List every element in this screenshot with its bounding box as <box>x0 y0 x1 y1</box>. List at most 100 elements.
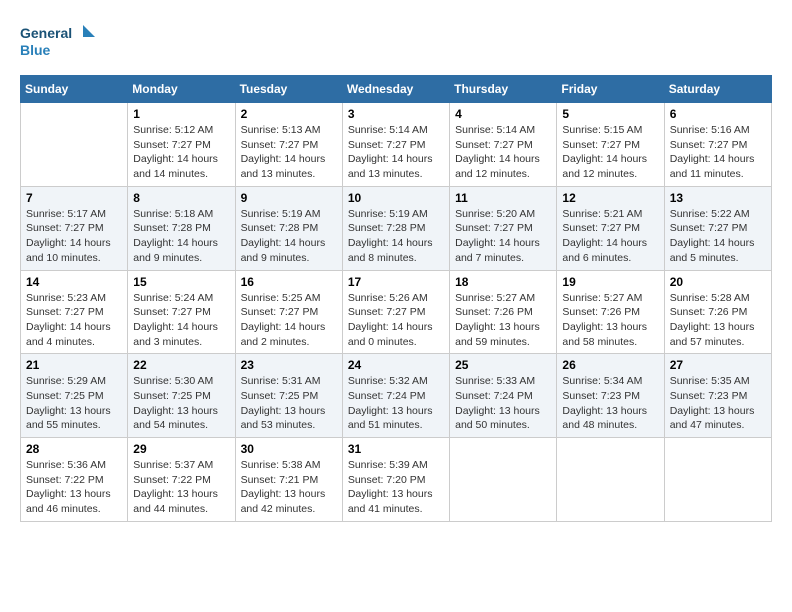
day-number: 12 <box>562 191 658 205</box>
day-info: Sunrise: 5:18 AM Sunset: 7:28 PM Dayligh… <box>133 207 229 266</box>
day-number: 19 <box>562 275 658 289</box>
svg-text:General: General <box>20 25 72 41</box>
day-info: Sunrise: 5:14 AM Sunset: 7:27 PM Dayligh… <box>348 123 444 182</box>
day-info: Sunrise: 5:36 AM Sunset: 7:22 PM Dayligh… <box>26 458 122 517</box>
weekday-header-cell: Wednesday <box>342 76 449 103</box>
day-info: Sunrise: 5:29 AM Sunset: 7:25 PM Dayligh… <box>26 374 122 433</box>
day-number: 31 <box>348 442 444 456</box>
calendar-day-cell: 18 Sunrise: 5:27 AM Sunset: 7:26 PM Dayli… <box>450 270 557 354</box>
calendar-table: SundayMondayTuesdayWednesdayThursdayFrid… <box>20 75 772 522</box>
calendar-day-cell: 23 Sunrise: 5:31 AM Sunset: 7:25 PM Dayli… <box>235 354 342 438</box>
day-info: Sunrise: 5:19 AM Sunset: 7:28 PM Dayligh… <box>348 207 444 266</box>
day-number: 9 <box>241 191 337 205</box>
day-number: 29 <box>133 442 229 456</box>
day-info: Sunrise: 5:33 AM Sunset: 7:24 PM Dayligh… <box>455 374 551 433</box>
day-info: Sunrise: 5:16 AM Sunset: 7:27 PM Dayligh… <box>670 123 766 182</box>
day-info: Sunrise: 5:17 AM Sunset: 7:27 PM Dayligh… <box>26 207 122 266</box>
day-number: 7 <box>26 191 122 205</box>
calendar-day-cell: 17 Sunrise: 5:26 AM Sunset: 7:27 PM Dayli… <box>342 270 449 354</box>
day-info: Sunrise: 5:35 AM Sunset: 7:23 PM Dayligh… <box>670 374 766 433</box>
day-info: Sunrise: 5:27 AM Sunset: 7:26 PM Dayligh… <box>562 291 658 350</box>
calendar-day-cell: 12 Sunrise: 5:21 AM Sunset: 7:27 PM Dayli… <box>557 186 664 270</box>
day-info: Sunrise: 5:12 AM Sunset: 7:27 PM Dayligh… <box>133 123 229 182</box>
calendar-day-cell: 10 Sunrise: 5:19 AM Sunset: 7:28 PM Dayli… <box>342 186 449 270</box>
calendar-day-cell: 30 Sunrise: 5:38 AM Sunset: 7:21 PM Dayli… <box>235 438 342 522</box>
day-number: 22 <box>133 358 229 372</box>
calendar-body: 1 Sunrise: 5:12 AM Sunset: 7:27 PM Daylig… <box>21 103 772 522</box>
calendar-week-row: 1 Sunrise: 5:12 AM Sunset: 7:27 PM Daylig… <box>21 103 772 187</box>
calendar-week-row: 21Sunrise: 5:29 AM Sunset: 7:25 PM Dayli… <box>21 354 772 438</box>
calendar-day-cell: 7 Sunrise: 5:17 AM Sunset: 7:27 PM Daylig… <box>21 186 128 270</box>
day-number: 10 <box>348 191 444 205</box>
day-info: Sunrise: 5:39 AM Sunset: 7:20 PM Dayligh… <box>348 458 444 517</box>
day-number: 26 <box>562 358 658 372</box>
day-number: 25 <box>455 358 551 372</box>
calendar-day-cell: 25 Sunrise: 5:33 AM Sunset: 7:24 PM Dayli… <box>450 354 557 438</box>
day-info: Sunrise: 5:34 AM Sunset: 7:23 PM Dayligh… <box>562 374 658 433</box>
calendar-day-cell: 19 Sunrise: 5:27 AM Sunset: 7:26 PM Dayli… <box>557 270 664 354</box>
calendar-day-cell: 11 Sunrise: 5:20 AM Sunset: 7:27 PM Dayli… <box>450 186 557 270</box>
calendar-day-cell: 22Sunrise: 5:30 AM Sunset: 7:25 PM Dayli… <box>128 354 235 438</box>
calendar-day-cell <box>21 103 128 187</box>
day-info: Sunrise: 5:28 AM Sunset: 7:26 PM Dayligh… <box>670 291 766 350</box>
page-header: General Blue <box>20 20 772 65</box>
day-number: 24 <box>348 358 444 372</box>
calendar-day-cell: 1 Sunrise: 5:12 AM Sunset: 7:27 PM Daylig… <box>128 103 235 187</box>
day-number: 2 <box>241 107 337 121</box>
day-info: Sunrise: 5:21 AM Sunset: 7:27 PM Dayligh… <box>562 207 658 266</box>
day-info: Sunrise: 5:27 AM Sunset: 7:26 PM Dayligh… <box>455 291 551 350</box>
calendar-day-cell: 20 Sunrise: 5:28 AM Sunset: 7:26 PM Dayli… <box>664 270 771 354</box>
day-number: 6 <box>670 107 766 121</box>
calendar-day-cell: 13Sunrise: 5:22 AM Sunset: 7:27 PM Dayli… <box>664 186 771 270</box>
day-number: 11 <box>455 191 551 205</box>
weekday-header-row: SundayMondayTuesdayWednesdayThursdayFrid… <box>21 76 772 103</box>
weekday-header-cell: Saturday <box>664 76 771 103</box>
calendar-day-cell: 28 Sunrise: 5:36 AM Sunset: 7:22 PM Dayli… <box>21 438 128 522</box>
calendar-day-cell: 16Sunrise: 5:25 AM Sunset: 7:27 PM Dayli… <box>235 270 342 354</box>
day-number: 15 <box>133 275 229 289</box>
day-number: 30 <box>241 442 337 456</box>
day-info: Sunrise: 5:24 AM Sunset: 7:27 PM Dayligh… <box>133 291 229 350</box>
day-number: 8 <box>133 191 229 205</box>
calendar-day-cell: 8 Sunrise: 5:18 AM Sunset: 7:28 PM Daylig… <box>128 186 235 270</box>
day-number: 1 <box>133 107 229 121</box>
day-info: Sunrise: 5:31 AM Sunset: 7:25 PM Dayligh… <box>241 374 337 433</box>
day-number: 3 <box>348 107 444 121</box>
day-number: 17 <box>348 275 444 289</box>
day-number: 23 <box>241 358 337 372</box>
day-info: Sunrise: 5:26 AM Sunset: 7:27 PM Dayligh… <box>348 291 444 350</box>
day-info: Sunrise: 5:15 AM Sunset: 7:27 PM Dayligh… <box>562 123 658 182</box>
weekday-header-cell: Thursday <box>450 76 557 103</box>
day-number: 5 <box>562 107 658 121</box>
calendar-day-cell: 3 Sunrise: 5:14 AM Sunset: 7:27 PM Daylig… <box>342 103 449 187</box>
calendar-day-cell <box>450 438 557 522</box>
calendar-day-cell <box>557 438 664 522</box>
day-info: Sunrise: 5:23 AM Sunset: 7:27 PM Dayligh… <box>26 291 122 350</box>
calendar-day-cell: 31 Sunrise: 5:39 AM Sunset: 7:20 PM Dayli… <box>342 438 449 522</box>
calendar-week-row: 28 Sunrise: 5:36 AM Sunset: 7:22 PM Dayli… <box>21 438 772 522</box>
calendar-day-cell: 5 Sunrise: 5:15 AM Sunset: 7:27 PM Daylig… <box>557 103 664 187</box>
calendar-day-cell: 24 Sunrise: 5:32 AM Sunset: 7:24 PM Dayli… <box>342 354 449 438</box>
svg-text:Blue: Blue <box>20 42 51 58</box>
calendar-day-cell: 9 Sunrise: 5:19 AM Sunset: 7:28 PM Daylig… <box>235 186 342 270</box>
day-number: 20 <box>670 275 766 289</box>
day-number: 14 <box>26 275 122 289</box>
day-info: Sunrise: 5:22 AM Sunset: 7:27 PM Dayligh… <box>670 207 766 266</box>
weekday-header-cell: Tuesday <box>235 76 342 103</box>
day-number: 18 <box>455 275 551 289</box>
day-info: Sunrise: 5:38 AM Sunset: 7:21 PM Dayligh… <box>241 458 337 517</box>
day-info: Sunrise: 5:19 AM Sunset: 7:28 PM Dayligh… <box>241 207 337 266</box>
calendar-week-row: 14 Sunrise: 5:23 AM Sunset: 7:27 PM Dayli… <box>21 270 772 354</box>
calendar-day-cell: 27 Sunrise: 5:35 AM Sunset: 7:23 PM Dayli… <box>664 354 771 438</box>
day-number: 27 <box>670 358 766 372</box>
calendar-day-cell: 6 Sunrise: 5:16 AM Sunset: 7:27 PM Daylig… <box>664 103 771 187</box>
day-info: Sunrise: 5:13 AM Sunset: 7:27 PM Dayligh… <box>241 123 337 182</box>
calendar-day-cell: 29Sunrise: 5:37 AM Sunset: 7:22 PM Dayli… <box>128 438 235 522</box>
weekday-header-cell: Monday <box>128 76 235 103</box>
calendar-day-cell: 4Sunrise: 5:14 AM Sunset: 7:27 PM Daylig… <box>450 103 557 187</box>
day-info: Sunrise: 5:32 AM Sunset: 7:24 PM Dayligh… <box>348 374 444 433</box>
day-info: Sunrise: 5:20 AM Sunset: 7:27 PM Dayligh… <box>455 207 551 266</box>
calendar-week-row: 7 Sunrise: 5:17 AM Sunset: 7:27 PM Daylig… <box>21 186 772 270</box>
day-number: 28 <box>26 442 122 456</box>
day-info: Sunrise: 5:14 AM Sunset: 7:27 PM Dayligh… <box>455 123 551 182</box>
